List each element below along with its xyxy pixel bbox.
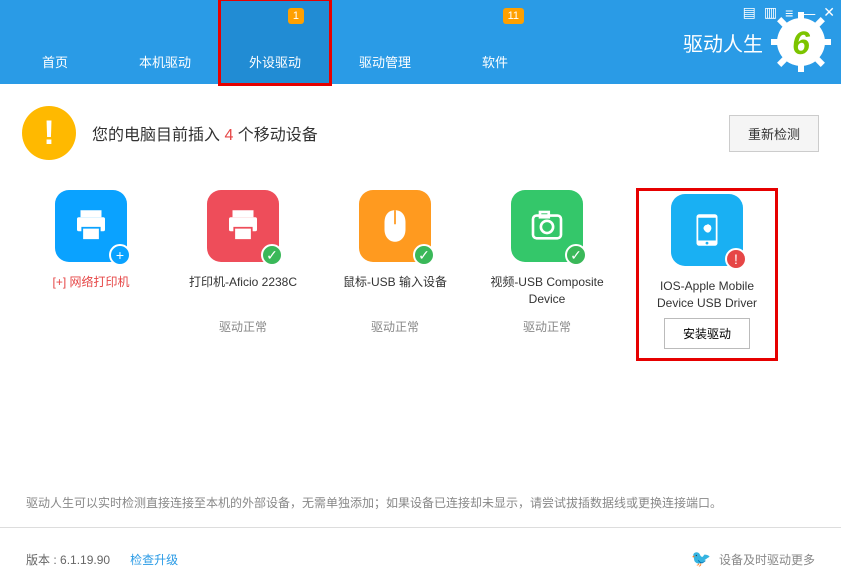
nav-label: 驱动管理 [359,52,411,71]
device-status: 驱动正常 [219,318,267,335]
device-ios-apple[interactable]: ! IOS-Apple Mobile Device USB Driver 安装驱… [638,190,776,359]
nav-home[interactable]: 首页 [0,0,110,84]
footer-right-text: 设备及时驱动更多 [719,551,815,568]
nav-badge: 1 [288,8,304,24]
nav-peripheral-driver[interactable]: 1 外设驱动 [220,0,330,84]
check-update-link[interactable]: 检查升级 [130,551,178,568]
device-video-usb[interactable]: ✓ 视频-USB Composite Device 驱动正常 [486,190,608,359]
printer-icon: ✓ [207,190,279,262]
nav-badge: 11 [503,8,524,24]
footer-tip: 驱动人生可以实时检测直接连接至本机的外部设备，无需单独添加；如果设备已连接却未显… [0,494,841,528]
add-badge-icon: + [109,244,131,266]
app-header: ▤ ▥ ≡ — ✕ 首页 本机驱动 1 外设驱动 驱动管理 11 [0,0,841,84]
bird-icon[interactable]: 🐦 [691,549,711,569]
status-bar: ! 您的电脑目前插入 4 个移动设备 重新检测 [0,84,841,182]
install-driver-button[interactable]: 安装驱动 [664,318,750,349]
status-text: 您的电脑目前插入 4 个移动设备 [92,121,713,145]
status-suffix: 个移动设备 [233,127,317,144]
apple-device-icon: ! [671,194,743,266]
nav-label: 外设驱动 [249,52,301,71]
device-label: 打印机-Aficio 2238C [189,274,297,308]
error-badge-icon: ! [725,248,747,270]
device-printer-aficio[interactable]: ✓ 打印机-Aficio 2238C 驱动正常 [182,190,304,359]
nav-local-driver[interactable]: 本机驱动 [110,0,220,84]
version-text: 版本 : 6.1.19.90 [26,551,110,568]
ok-badge-icon: ✓ [413,244,435,266]
brand-area: 驱动人生 6 [683,0,841,84]
status-prefix: 您的电脑目前插入 [92,127,224,144]
footer-bar: 版本 : 6.1.19.90 检查升级 🐦 设备及时驱动更多 [0,542,841,576]
rescan-button[interactable]: 重新检测 [729,115,819,152]
device-label: 鼠标-USB 输入设备 [343,274,447,308]
warning-icon: ! [22,106,76,160]
device-label: 视频-USB Composite Device [486,274,608,308]
brand-title: 驱动人生 [683,28,763,57]
mouse-icon: ✓ [359,190,431,262]
printer-icon: + [55,190,127,262]
device-mouse-usb[interactable]: ✓ 鼠标-USB 输入设备 驱动正常 [334,190,456,359]
footer-right: 🐦 设备及时驱动更多 [691,549,815,569]
nav-software[interactable]: 11 软件 [440,0,550,84]
ok-badge-icon: ✓ [565,244,587,266]
device-list: + [+] 网络打印机 ✓ 打印机-Aficio 2238C 驱动正常 ✓ 鼠标… [0,182,841,367]
nav-driver-manage[interactable]: 驱动管理 [330,0,440,84]
nav-label: 软件 [482,52,508,71]
nav-label: 本机驱动 [139,52,191,71]
device-label: IOS-Apple Mobile Device USB Driver [640,278,774,312]
device-status: 驱动正常 [371,318,419,335]
device-status: 驱动正常 [523,318,571,335]
nav-label: 首页 [42,52,68,71]
camera-icon: ✓ [511,190,583,262]
ok-badge-icon: ✓ [261,244,283,266]
svg-text:6: 6 [792,25,810,61]
brand-logo-icon: 6 [771,12,831,72]
device-label: [+] 网络打印机 [52,274,129,308]
device-add-network-printer[interactable]: + [+] 网络打印机 [30,190,152,359]
